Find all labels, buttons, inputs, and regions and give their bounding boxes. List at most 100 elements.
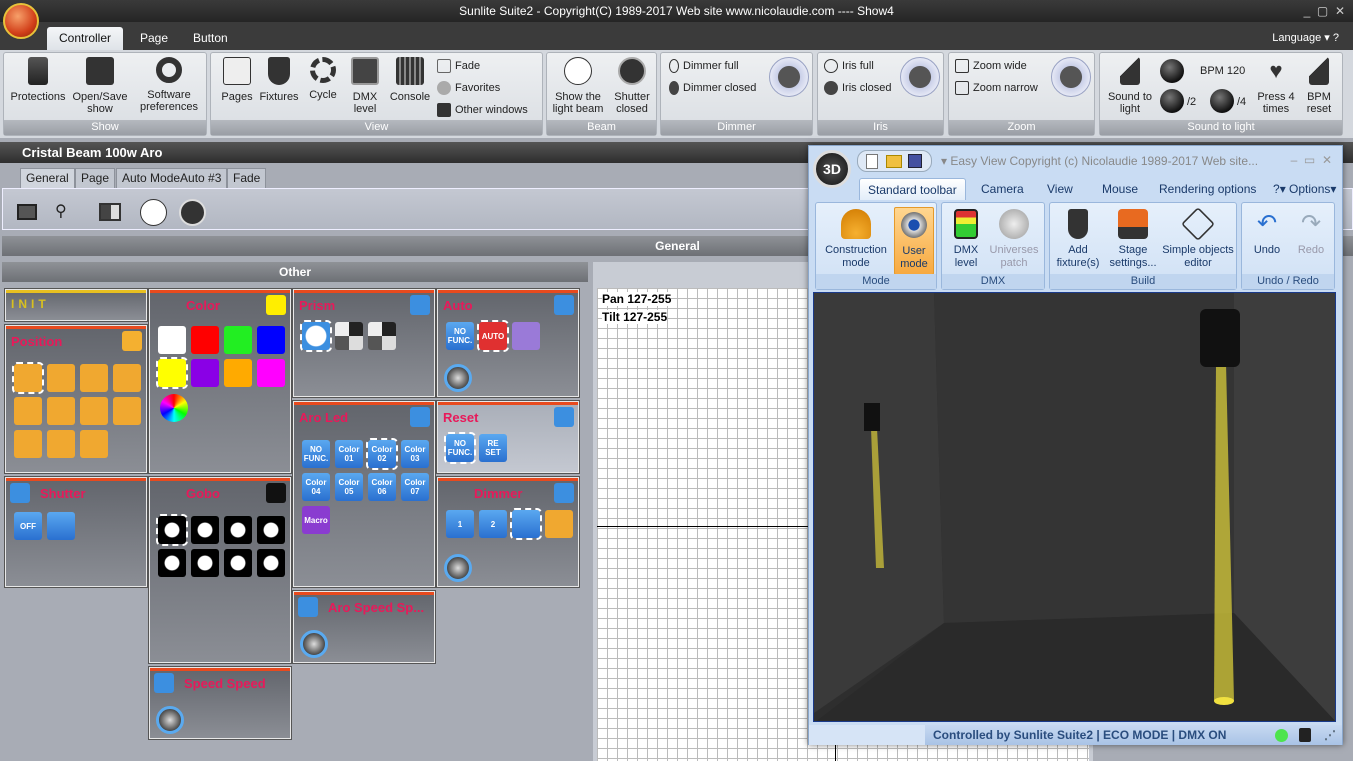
tab-page[interactable]: Page xyxy=(128,27,180,50)
position-button[interactable] xyxy=(12,362,44,394)
position-button[interactable] xyxy=(47,397,75,425)
tab-view[interactable]: View xyxy=(1039,178,1081,200)
3d-viewport[interactable] xyxy=(813,292,1336,722)
auto-knob[interactable] xyxy=(444,364,472,392)
iris-knob[interactable] xyxy=(900,57,940,97)
layout-icon[interactable] xyxy=(99,203,121,221)
dimmer-button[interactable] xyxy=(510,508,542,540)
zoom-narrow-button[interactable]: Zoom narrow xyxy=(955,81,1038,95)
iris-full-button[interactable]: Iris full xyxy=(824,59,874,73)
tab-fade[interactable]: Fade xyxy=(227,168,267,188)
tap-button[interactable] xyxy=(1160,59,1184,83)
position-button[interactable] xyxy=(47,364,75,392)
console-button[interactable]: Console xyxy=(387,57,433,103)
iris-closed-button[interactable]: Iris closed xyxy=(824,81,892,95)
position-button[interactable] xyxy=(14,397,42,425)
position-button[interactable] xyxy=(113,364,141,392)
panel-icon[interactable] xyxy=(410,407,430,427)
panel-icon[interactable] xyxy=(122,331,142,351)
show-light-beam-button[interactable]: Show the light beam xyxy=(549,57,607,115)
shutter-button[interactable]: OFF xyxy=(14,512,42,540)
panel-icon[interactable] xyxy=(298,597,318,617)
help-menu[interactable]: ?▾ Options▾ xyxy=(1273,178,1336,200)
tab-controller[interactable]: Controller xyxy=(47,27,124,50)
position-button[interactable] xyxy=(113,397,141,425)
position-button[interactable] xyxy=(80,430,108,458)
tab-standard-toolbar[interactable]: Standard toolbar xyxy=(859,178,966,200)
quarter-button[interactable] xyxy=(1210,89,1234,113)
dimmer-button[interactable] xyxy=(545,510,573,538)
stage-settings-button[interactable]: Stage settings... xyxy=(1106,207,1160,272)
app-orb-button[interactable] xyxy=(3,3,39,39)
tab-mouse[interactable]: Mouse xyxy=(1094,178,1146,200)
position-button[interactable] xyxy=(47,430,75,458)
auto-button[interactable]: AUTO xyxy=(477,320,509,352)
construction-mode-button[interactable]: Construction mode xyxy=(818,207,894,272)
fade-button[interactable]: Fade xyxy=(437,59,480,73)
window-controls[interactable]: _ ▢ ✕ xyxy=(1304,0,1345,22)
panel-icon[interactable] xyxy=(266,295,286,315)
gobo-button[interactable] xyxy=(224,516,252,544)
aroled-button[interactable]: Color 02 xyxy=(366,438,398,470)
prism-button[interactable] xyxy=(300,320,332,352)
gobo-button[interactable] xyxy=(257,516,285,544)
color-swatch[interactable] xyxy=(191,326,219,354)
gobo-button[interactable] xyxy=(156,514,188,546)
language-menu[interactable]: Language ▾ ? xyxy=(1272,27,1339,50)
tab-rendering-options[interactable]: Rendering options xyxy=(1151,178,1264,200)
sound-to-light-button[interactable]: Sound to light xyxy=(1102,57,1158,115)
color-swatch[interactable] xyxy=(257,359,285,387)
window-icon[interactable] xyxy=(17,204,37,220)
dimmer-closed-button[interactable]: Dimmer closed xyxy=(669,81,756,95)
search-icon[interactable]: ⚲ xyxy=(55,201,67,221)
dimmer-knob[interactable] xyxy=(444,554,472,582)
aroled-button[interactable]: Color 01 xyxy=(335,440,363,468)
auto-button[interactable] xyxy=(512,322,540,350)
tab-button[interactable]: Button xyxy=(181,27,240,50)
reset-button[interactable]: RE SET xyxy=(479,434,507,462)
auto-button[interactable]: NO FUNC. xyxy=(446,322,474,350)
panel-icon[interactable] xyxy=(154,673,174,693)
open-beam-button[interactable] xyxy=(140,199,167,226)
position-button[interactable] xyxy=(80,397,108,425)
color-swatch[interactable] xyxy=(224,359,252,387)
aroled-button[interactable]: NO FUNC. xyxy=(302,440,330,468)
gobo-button[interactable] xyxy=(191,549,219,577)
prism-button[interactable] xyxy=(335,322,363,350)
color-swatch[interactable] xyxy=(224,326,252,354)
panel-icon[interactable] xyxy=(554,407,574,427)
favorites-button[interactable]: Favorites xyxy=(437,81,500,95)
universes-patch-button[interactable]: Universes patch xyxy=(986,207,1042,272)
zoom-knob[interactable] xyxy=(1051,57,1091,97)
color-wheel-button[interactable] xyxy=(160,394,188,422)
pages-button[interactable]: Pages xyxy=(217,57,257,103)
redo-button[interactable]: ↷ Redo xyxy=(1290,207,1332,259)
speed-knob[interactable] xyxy=(156,706,184,734)
cycle-button[interactable]: Cycle xyxy=(303,57,343,101)
tab-general[interactable]: General xyxy=(20,168,75,188)
window-controls[interactable]: – ▭ ✕ xyxy=(1291,153,1332,167)
save-icon[interactable] xyxy=(908,154,922,168)
reset-button[interactable]: NO FUNC. xyxy=(444,432,476,464)
press-4-times-button[interactable]: ♥ Press 4 times xyxy=(1254,57,1298,115)
gobo-button[interactable] xyxy=(257,549,285,577)
new-file-icon[interactable] xyxy=(866,154,878,169)
color-swatch[interactable] xyxy=(191,359,219,387)
aroled-button[interactable]: Color 07 xyxy=(401,473,429,501)
position-button[interactable] xyxy=(14,430,42,458)
dmx-level-button[interactable]: DMX level xyxy=(946,207,986,272)
other-windows-button[interactable]: Other windows xyxy=(437,103,528,117)
panel-icon[interactable] xyxy=(554,483,574,503)
aroled-button[interactable]: Color 04 xyxy=(302,473,330,501)
open-folder-icon[interactable] xyxy=(886,155,902,168)
position-button[interactable] xyxy=(80,364,108,392)
tab-camera[interactable]: Camera xyxy=(973,178,1032,200)
dmx-level-button[interactable]: DMX level xyxy=(345,57,385,115)
gobo-button[interactable] xyxy=(191,516,219,544)
dimmer-button[interactable]: 1 xyxy=(446,510,474,538)
dimmer-full-button[interactable]: Dimmer full xyxy=(669,59,739,73)
aroled-button[interactable]: Color 05 xyxy=(335,473,363,501)
close-beam-button[interactable] xyxy=(179,199,206,226)
tab-auto-mode[interactable]: Auto ModeAuto #3 xyxy=(116,168,228,188)
gobo-button[interactable] xyxy=(158,549,186,577)
